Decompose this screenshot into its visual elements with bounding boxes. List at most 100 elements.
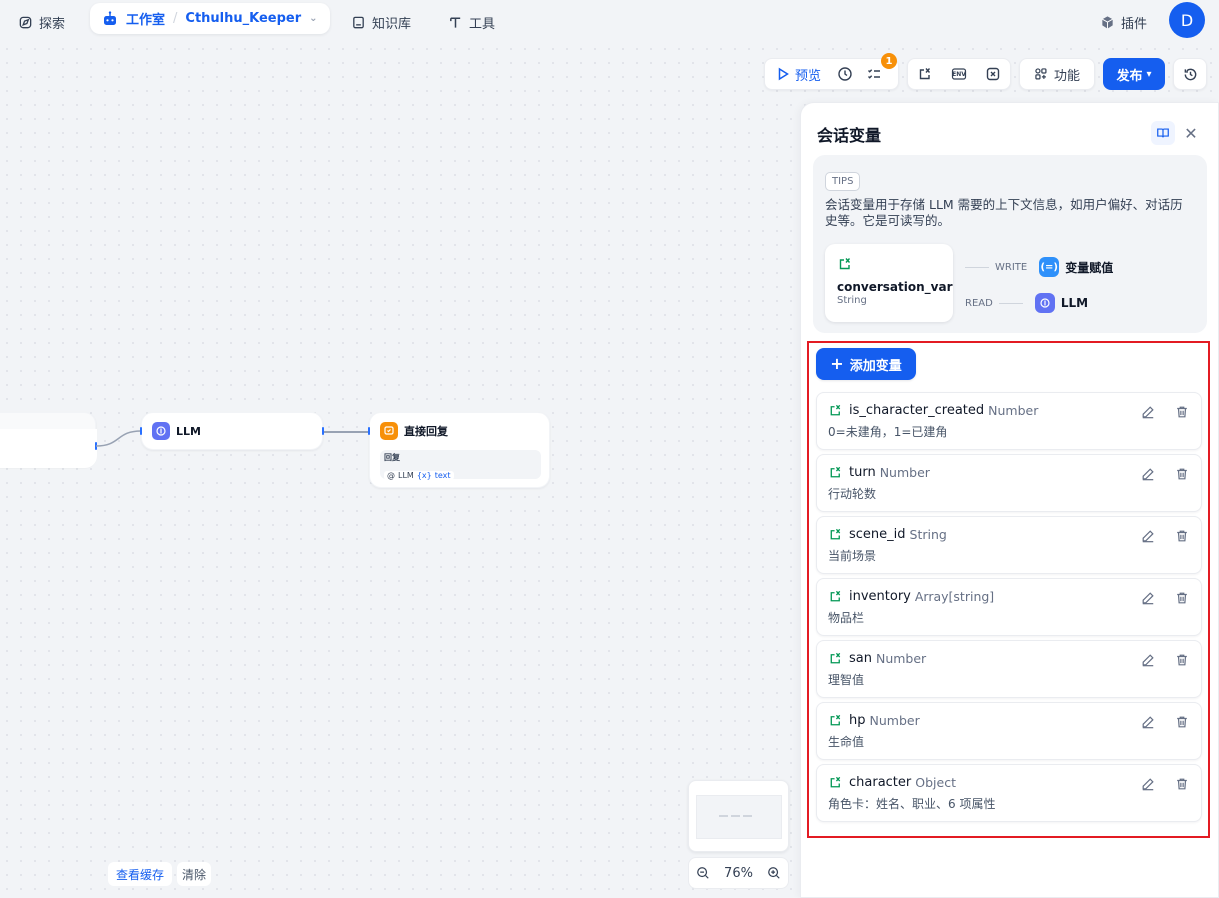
hammer-icon	[450, 17, 461, 28]
environment-variables-button[interactable]: ENV	[944, 59, 974, 89]
features-button[interactable]: 功能	[1019, 58, 1095, 90]
nav-plugins[interactable]: 插件	[1100, 8, 1147, 36]
add-variable-label: 添加变量	[849, 358, 902, 374]
edit-pencil-icon[interactable]	[1141, 529, 1155, 543]
chevron-down-icon[interactable]: ⌄	[309, 13, 317, 24]
edit-pencil-icon[interactable]	[1141, 405, 1155, 419]
trash-icon[interactable]	[1175, 591, 1189, 605]
edit-pencil-icon[interactable]	[1141, 653, 1155, 667]
llm-node[interactable]: LLM	[141, 412, 323, 450]
edit-pencil-icon[interactable]	[1141, 715, 1155, 729]
variable-type: Array[string]	[914, 589, 995, 604]
conversation-variables-button[interactable]	[910, 59, 940, 89]
version-history-button[interactable]	[1173, 58, 1207, 90]
docs-book-button[interactable]	[1151, 121, 1175, 145]
nav-explore[interactable]: 探索	[18, 8, 65, 36]
read-target-label: LLM	[1060, 296, 1089, 310]
variable-actions	[1141, 529, 1189, 543]
answer-variable-reference[interactable]: @ LLM {x} text	[384, 471, 454, 480]
conversation-variable-icon	[830, 652, 841, 664]
minimap[interactable]	[688, 780, 789, 852]
minimap-node	[731, 815, 740, 817]
variable-row[interactable]: scene_id String 当前场景	[816, 516, 1202, 574]
close-icon[interactable]: ✕	[1181, 121, 1201, 145]
variable-type: Number	[869, 713, 920, 728]
variable-row[interactable]: is_character_created Number 0=未建角，1=已建角	[816, 392, 1202, 450]
variable-actions	[1141, 777, 1189, 791]
variable-type: Number	[988, 403, 1039, 418]
edge-llm-to-answer	[324, 431, 369, 433]
user-avatar[interactable]: D	[1169, 2, 1205, 38]
checklist-button[interactable]: 1	[859, 53, 898, 89]
checklist-icon	[868, 69, 881, 79]
read-label: READ	[965, 297, 993, 309]
history-icon	[1184, 68, 1196, 80]
run-history-button[interactable]	[831, 59, 859, 89]
variable-description: 生命值	[828, 735, 865, 749]
variable-type: String	[909, 527, 947, 542]
add-variable-button[interactable]: + 添加变量	[816, 348, 916, 380]
write-target: (=) 变量赋值	[1039, 257, 1113, 277]
conversation-variable-icon	[919, 68, 931, 80]
variable-description: 物品栏	[828, 611, 865, 625]
trash-icon[interactable]	[1175, 777, 1189, 791]
variable-actions	[1141, 467, 1189, 481]
trash-icon[interactable]	[1175, 467, 1189, 481]
variable-row[interactable]: character Object 角色卡：姓名、职业、6 项属性	[816, 764, 1202, 822]
publish-button[interactable]: 发布 ▾	[1103, 58, 1165, 90]
variable-list: is_character_created Number 0=未建角，1=已建角 …	[816, 392, 1202, 826]
variable-x-icon	[986, 67, 1000, 81]
edit-pencil-icon[interactable]	[1141, 591, 1155, 605]
trash-icon[interactable]	[1175, 715, 1189, 729]
variable-type: Number	[879, 465, 930, 480]
trash-icon[interactable]	[1175, 529, 1189, 543]
tips-text: 会话变量用于存储 LLM 需要的上下文信息，如用户偏好、对话历史等。它是可读写的…	[825, 197, 1183, 228]
clear-cache-button[interactable]: 清除	[177, 862, 212, 886]
minimap-viewport[interactable]	[696, 795, 782, 839]
global-variables-button[interactable]	[978, 59, 1008, 89]
variable-name: hp	[849, 713, 866, 728]
variable-name: inventory	[849, 589, 911, 604]
features-label: 功能	[1053, 68, 1080, 84]
variable-row-header: scene_id String	[828, 527, 1191, 542]
compass-icon	[19, 16, 32, 28]
variable-row[interactable]: turn Number 行动轮数	[816, 454, 1202, 512]
nav-studio[interactable]: 工作室 / Cthulhu_Keeper ⌄	[90, 3, 330, 34]
variables-toolbar-group: ENV	[907, 58, 1011, 90]
example-variable-name: conversation_var	[837, 280, 953, 294]
answer-node-header: 直接回复	[370, 413, 549, 449]
cube-icon	[1102, 15, 1113, 29]
variable-row[interactable]: san Number 理智值	[816, 640, 1202, 698]
nav-tools-label: 工具	[469, 16, 496, 32]
app-name[interactable]: Cthulhu_Keeper	[185, 11, 301, 26]
zoom-out-icon[interactable]	[696, 866, 710, 880]
nav-tools[interactable]: 工具	[448, 8, 495, 36]
nav-knowledge[interactable]: 知识库	[351, 8, 411, 36]
variable-description: 当前场景	[828, 549, 877, 563]
variable-actions	[1141, 715, 1189, 729]
variable-actions	[1141, 591, 1189, 605]
zoom-in-icon[interactable]	[767, 866, 781, 880]
variable-row[interactable]: inventory Array[string] 物品栏	[816, 578, 1202, 636]
zoom-level[interactable]: 76%	[724, 866, 753, 881]
start-node-partial[interactable]	[0, 412, 97, 468]
llm-node-input-handle[interactable]	[140, 427, 142, 435]
conversation-variable-icon	[830, 466, 841, 478]
arrow-right-icon	[998, 302, 1023, 304]
chevron-down-icon: ▾	[1146, 68, 1152, 80]
clock-play-icon	[838, 67, 852, 81]
answer-node-title: 直接回复	[404, 425, 448, 438]
arrow-left-icon	[965, 266, 989, 268]
answer-field: 回复 @ LLM {x} text	[380, 450, 541, 480]
trash-icon[interactable]	[1175, 653, 1189, 667]
variable-description: 角色卡：姓名、职业、6 项属性	[828, 797, 996, 811]
write-label: WRITE	[995, 261, 1028, 273]
answer-node[interactable]: 直接回复 回复 @ LLM {x} text	[369, 412, 550, 488]
view-cache-button[interactable]: 查看缓存	[108, 862, 173, 886]
trash-icon[interactable]	[1175, 405, 1189, 419]
preview-button[interactable]: 预览	[765, 59, 831, 89]
variable-row[interactable]: hp Number 生命值	[816, 702, 1202, 760]
edit-pencil-icon[interactable]	[1141, 467, 1155, 481]
edit-pencil-icon[interactable]	[1141, 777, 1155, 791]
answer-node-input-handle[interactable]	[368, 427, 370, 435]
